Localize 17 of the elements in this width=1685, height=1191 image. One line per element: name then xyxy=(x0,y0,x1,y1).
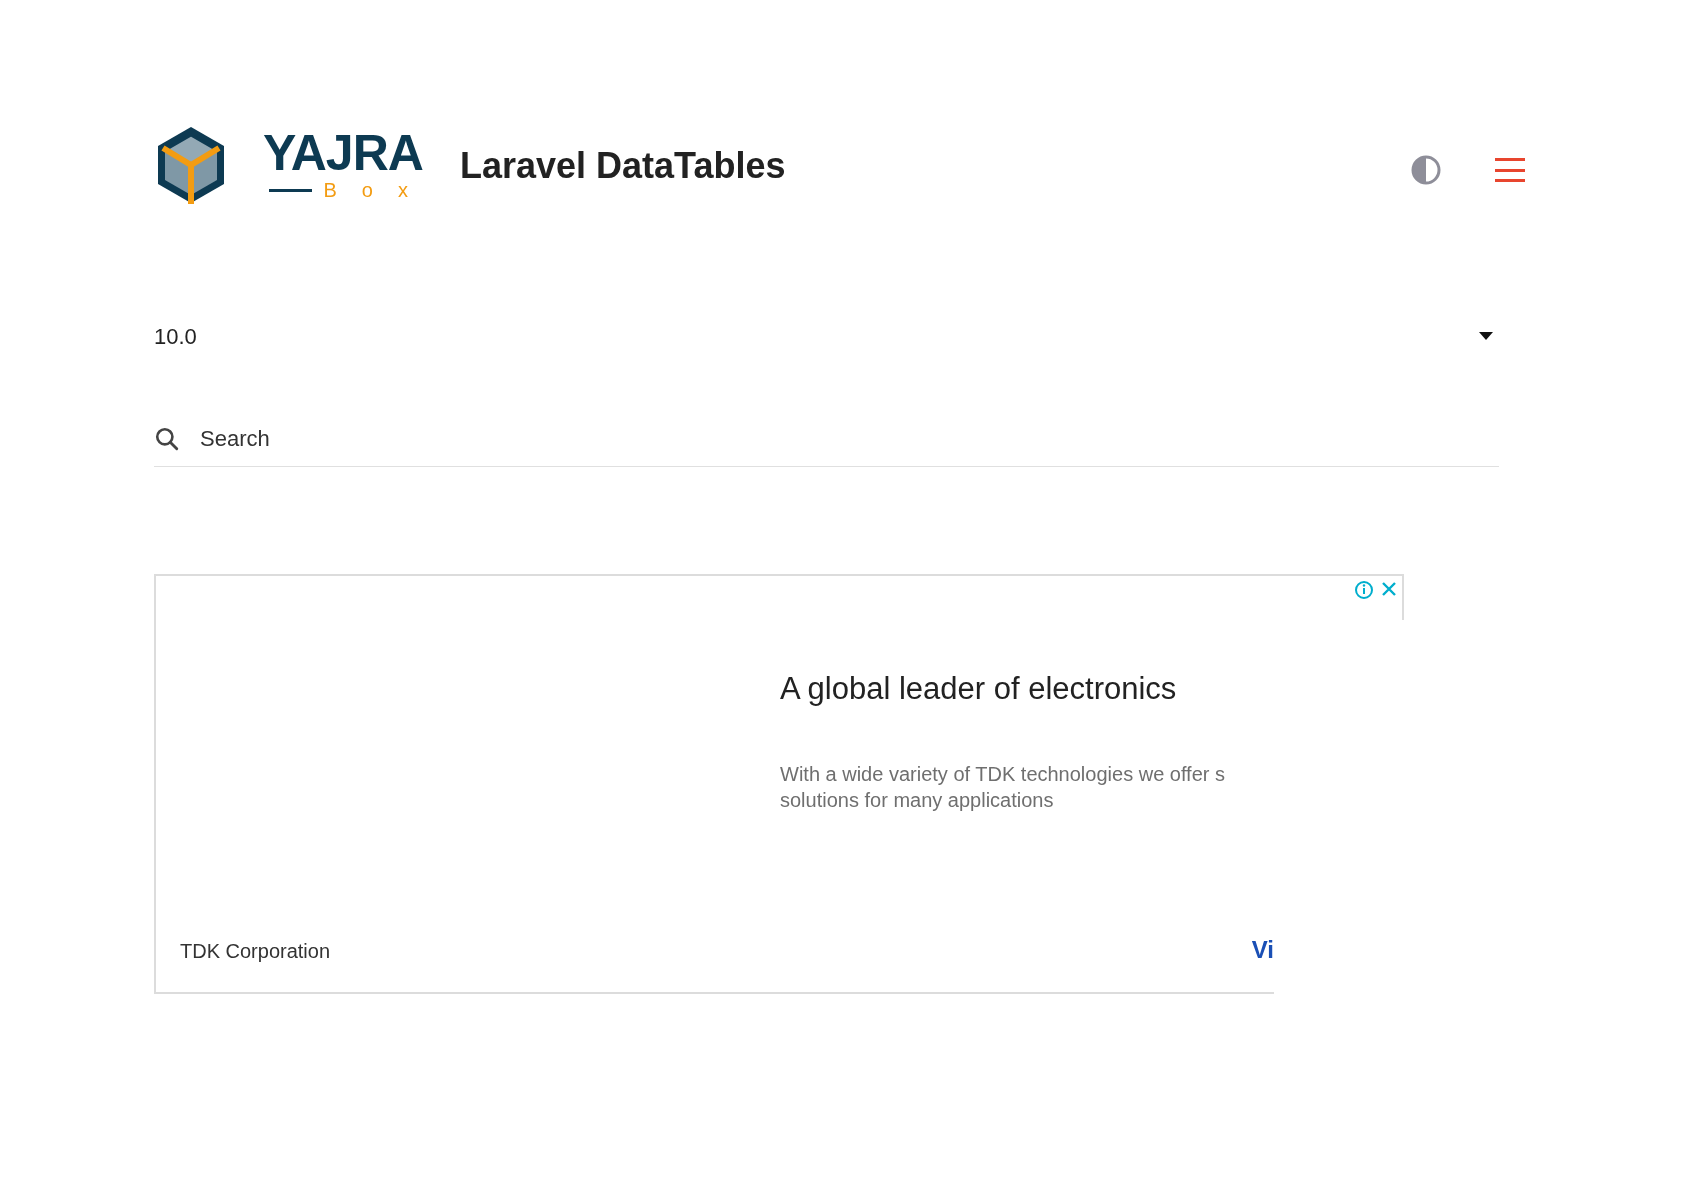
ad-visit-link[interactable]: Vi xyxy=(1251,932,1274,968)
logo-wordmark: YAJRA xyxy=(263,129,424,177)
version-select[interactable]: 10.0 xyxy=(154,316,1499,356)
advertiser-name: TDK Corporation xyxy=(180,939,331,964)
logo-subtitle: Box xyxy=(323,179,433,201)
caret-icon xyxy=(1479,332,1493,340)
site-title: Laravel DataTables xyxy=(460,144,786,188)
ad-description: With a wide variety of TDK technologies we offer s xyxy=(780,761,1227,787)
theme-toggle-icon[interactable] xyxy=(1411,155,1441,185)
cube-logo-icon xyxy=(155,124,227,206)
search-field[interactable]: Search xyxy=(200,422,1499,455)
close-icon[interactable] xyxy=(1380,580,1398,598)
info-icon[interactable] xyxy=(1354,580,1374,600)
ad-headline: A global leader of electronics xyxy=(780,670,1178,708)
menu-icon[interactable] xyxy=(1495,158,1525,182)
search-icon xyxy=(154,425,180,452)
ad-description: solutions for many applications xyxy=(780,787,1055,813)
